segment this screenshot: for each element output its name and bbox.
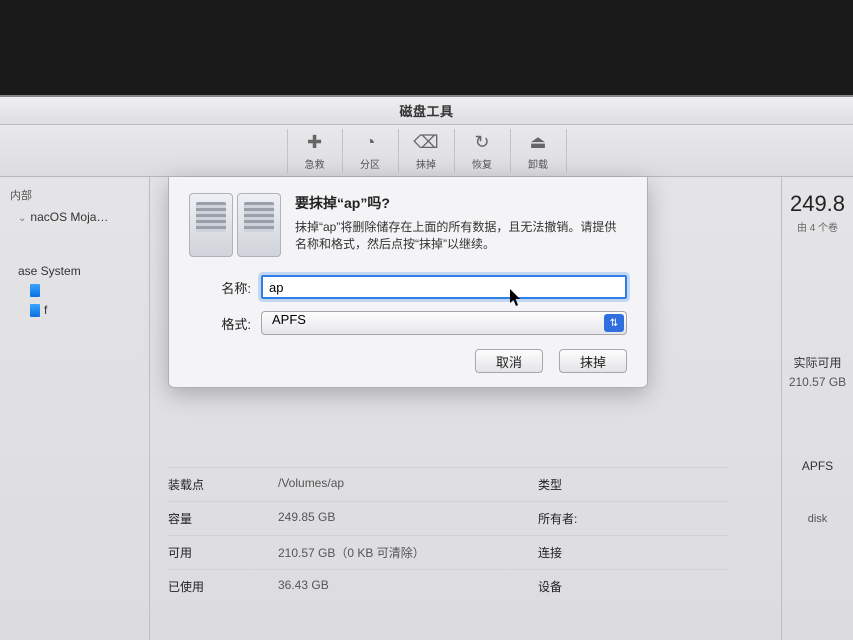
volume-icon [30, 304, 40, 317]
detail-row: 可用 210.57 GB（0 KB 可清除） 连接 [168, 535, 728, 569]
toolbar-label: 分区 [360, 156, 380, 171]
toolbar-restore[interactable]: ↻ 恢复 [455, 129, 511, 173]
sidebar-item-label: f [44, 303, 47, 317]
titlebar: 磁盘工具 [0, 97, 853, 125]
erase-button[interactable]: 抹掉 [559, 349, 627, 373]
unmount-icon: ⏏ [527, 132, 549, 154]
name-label: 名称: [189, 278, 261, 297]
sidebar-item-vol2[interactable]: f [4, 300, 145, 320]
app-window: 磁盘工具 ✚ 急救 ◔ 分区 ⌫ 抹掉 ↻ 恢复 ⏏ 卸载 [0, 95, 853, 640]
sidebar: 内部 ⌄ nacOS Moja… ase System f [0, 177, 150, 640]
format-select[interactable]: APFS ⇅ [261, 311, 627, 335]
toolbar-label: 抹掉 [416, 156, 436, 171]
volume-icon [30, 284, 40, 297]
capacity-sub: 由 4 个卷 [786, 219, 849, 234]
detail-row: 已使用 36.43 GB 设备 [168, 569, 728, 603]
toolbar-label: 急救 [305, 156, 325, 171]
info-panel: 249.8 由 4 个卷 实际可用 210.57 GB APFS disk [781, 177, 853, 640]
erase-dialog: 要抹掉“ap”吗? 抹掉“ap”将删除储存在上面的所有数据，且无法撤销。请提供名… [168, 177, 648, 388]
disk-label: disk [786, 513, 849, 525]
detail-row: 容量 249.85 GB 所有者: [168, 501, 728, 535]
detail-key2: 设备 [538, 578, 628, 595]
erase-icon: ⌫ [415, 132, 437, 154]
disk-pair-icon [189, 193, 281, 257]
sidebar-item-basesystem[interactable]: ase System [4, 261, 145, 281]
detail-key: 可用 [168, 544, 278, 561]
detail-value: 36.43 GB [278, 578, 538, 595]
dialog-description: 抹掉“ap”将删除储存在上面的所有数据，且无法撤销。请提供名称和格式，然后点按“… [295, 219, 627, 254]
partition-icon: ◔ [359, 132, 381, 154]
format-value: APFS [272, 312, 306, 327]
details-table: 装载点 /Volumes/ap 类型 容量 249.85 GB 所有者: 可用 … [168, 467, 728, 603]
detail-key2: 所有者: [538, 510, 628, 527]
detail-value: 249.85 GB [278, 510, 538, 527]
toolbar-partition[interactable]: ◔ 分区 [343, 129, 399, 173]
sidebar-header: 内部 [4, 185, 145, 207]
format-label: 格式: [189, 314, 261, 333]
chevron-updown-icon: ⇅ [604, 314, 624, 332]
detail-row: 装载点 /Volumes/ap 类型 [168, 467, 728, 501]
detail-value: /Volumes/ap [278, 476, 538, 493]
type-label: APFS [786, 459, 849, 473]
detail-key: 容量 [168, 510, 278, 527]
sidebar-item-label: ase System [18, 264, 81, 278]
sidebar-item-macos[interactable]: ⌄ nacOS Moja… [4, 207, 145, 227]
main-split: 内部 ⌄ nacOS Moja… ase System f [0, 177, 853, 640]
detail-key2: 连接 [538, 544, 628, 561]
detail-key: 已使用 [168, 578, 278, 595]
restore-icon: ↻ [471, 132, 493, 154]
dialog-title: 要抹掉“ap”吗? [295, 193, 627, 213]
toolbar-unmount[interactable]: ⏏ 卸载 [511, 129, 567, 173]
name-input[interactable] [261, 275, 627, 299]
detail-value: 210.57 GB（0 KB 可清除） [278, 544, 538, 561]
content-area: 要抹掉“ap”吗? 抹掉“ap”将删除储存在上面的所有数据，且无法撤销。请提供名… [150, 177, 853, 640]
toolbar-firstaid[interactable]: ✚ 急救 [287, 129, 343, 173]
cancel-button[interactable]: 取消 [475, 349, 543, 373]
available-value: 210.57 GB [786, 375, 849, 389]
available-label: 实际可用 [786, 354, 849, 371]
toolbar-label: 恢复 [472, 156, 492, 171]
window-title: 磁盘工具 [399, 101, 453, 120]
toolbar-label: 卸载 [528, 156, 548, 171]
sidebar-item-label: nacOS Moja… [30, 210, 108, 224]
chevron-down-icon: ⌄ [18, 213, 26, 224]
detail-key2: 类型 [538, 476, 628, 493]
sidebar-item-vol1[interactable] [4, 281, 145, 300]
firstaid-icon: ✚ [304, 132, 326, 154]
capacity-value: 249.8 [786, 191, 849, 217]
toolbar-erase[interactable]: ⌫ 抹掉 [399, 129, 455, 173]
toolbar: ✚ 急救 ◔ 分区 ⌫ 抹掉 ↻ 恢复 ⏏ 卸载 [0, 125, 853, 177]
detail-key: 装载点 [168, 476, 278, 493]
